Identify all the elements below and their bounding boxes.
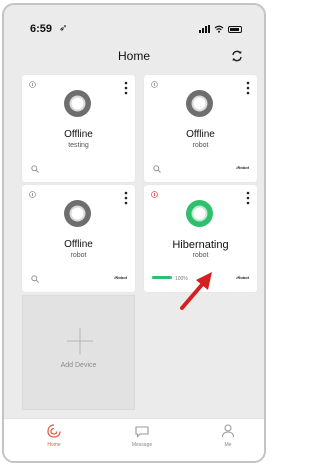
info-icon[interactable] (29, 191, 36, 198)
brand-logo: iRobot (236, 165, 249, 170)
robot-vacuum-icon (64, 200, 91, 227)
phone-frame: 6:59 ➶ Home Offline testing Offline robo… (2, 3, 266, 463)
device-card[interactable]: Offline robot iRobot (144, 75, 257, 182)
brand-logo: iRobot (236, 275, 249, 280)
status-bar: 6:59 ➶ (4, 5, 264, 35)
add-device-button[interactable]: Add Device (22, 295, 135, 410)
search-icon[interactable] (153, 165, 161, 173)
annotation-arrow-icon (180, 272, 212, 310)
page-title: Home (117, 49, 150, 63)
search-icon[interactable] (31, 165, 39, 173)
device-name: robot (192, 252, 209, 259)
plus-icon (67, 328, 93, 354)
location-icon: ➶ (59, 23, 68, 34)
info-icon[interactable] (29, 81, 36, 88)
battery-bar (152, 276, 172, 279)
device-card[interactable]: Offline robot iRobot (22, 185, 135, 292)
wifi-icon (214, 25, 224, 33)
device-status: Offline (186, 129, 215, 140)
device-name: robot (192, 142, 209, 149)
more-menu-icon[interactable] (123, 81, 129, 95)
refresh-icon[interactable] (230, 49, 244, 63)
person-icon (221, 424, 235, 438)
tab-bar: Home Message Me (4, 418, 264, 461)
status-time: 6:59 (30, 23, 53, 35)
device-name: robot (70, 252, 87, 259)
robot-vacuum-icon (186, 200, 213, 227)
home-icon (47, 424, 61, 438)
info-icon[interactable] (151, 191, 158, 198)
add-device-label: Add Device (60, 362, 97, 369)
robot-vacuum-icon (64, 90, 91, 117)
more-menu-icon[interactable] (245, 81, 251, 95)
robot-vacuum-icon (186, 90, 213, 117)
search-icon[interactable] (31, 275, 39, 283)
signal-icon (199, 25, 210, 33)
device-status: Hibernating (172, 239, 229, 251)
tab-message-label: Message (131, 442, 153, 448)
device-status: Offline (64, 129, 93, 140)
battery-bar-fill (152, 276, 172, 279)
tab-me[interactable]: Me (198, 423, 258, 448)
message-icon (135, 426, 149, 438)
brand-logo: iRobot (114, 275, 127, 280)
tab-message[interactable]: Message (112, 423, 172, 448)
system-icons (199, 25, 242, 33)
info-icon[interactable] (151, 81, 158, 88)
more-menu-icon[interactable] (245, 191, 251, 205)
device-name: testing (68, 142, 89, 149)
more-menu-icon[interactable] (123, 191, 129, 205)
device-card[interactable]: Offline testing (22, 75, 135, 182)
device-status: Offline (64, 239, 93, 250)
battery-icon (228, 25, 242, 33)
tab-home-label: Home (47, 442, 61, 448)
tab-home[interactable]: Home (24, 423, 84, 448)
tab-me-label: Me (224, 442, 232, 448)
